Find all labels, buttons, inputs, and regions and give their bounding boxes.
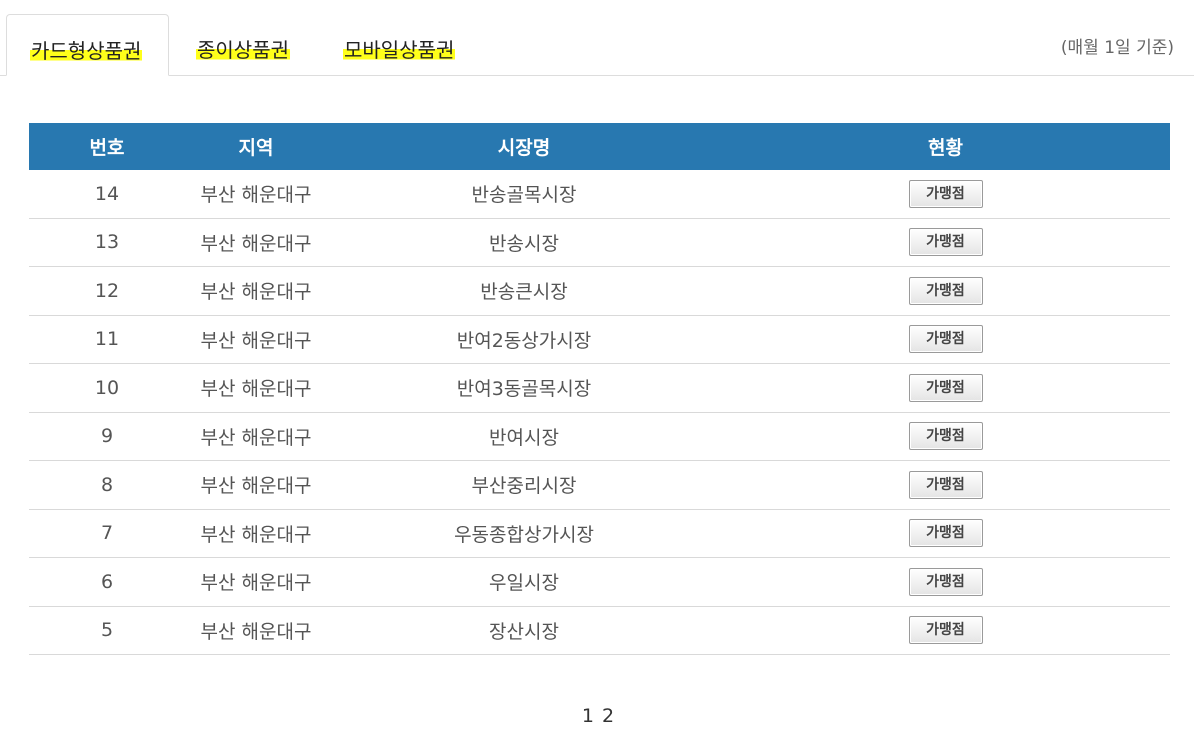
tab-mobile-gift-certificate[interactable]: 모바일상품권 bbox=[343, 14, 456, 75]
affiliated-stores-button[interactable]: 가맹점 bbox=[908, 325, 983, 354]
row-region: 부산 해운대구 bbox=[185, 460, 327, 510]
column-header-status: 현황 bbox=[721, 123, 1170, 170]
row-region: 부산 해운대구 bbox=[185, 218, 327, 267]
row-region: 부산 해운대구 bbox=[185, 557, 327, 607]
table-row: 11 부산 해운대구 반여2동상가시장 가맹점 bbox=[29, 315, 1170, 364]
row-number: 6 bbox=[29, 557, 185, 607]
row-market-name: 반송시장 bbox=[327, 218, 721, 267]
page-link-2[interactable]: 2 bbox=[602, 705, 614, 727]
row-region: 부산 해운대구 bbox=[185, 266, 327, 316]
row-market-name: 반여시장 bbox=[327, 412, 721, 461]
row-number: 11 bbox=[29, 315, 185, 364]
row-region: 부산 해운대구 bbox=[185, 509, 327, 558]
column-header-region: 지역 bbox=[185, 123, 327, 170]
row-market-name: 반여2동상가시장 bbox=[327, 315, 721, 364]
row-market-name: 반여3동골목시장 bbox=[327, 363, 721, 413]
market-table: 번호 지역 시장명 현황 14 부산 해운대구 반송골목시장 가맹점 13 부산… bbox=[29, 123, 1170, 655]
row-status: 가맹점 bbox=[721, 606, 1170, 655]
table-row: 8 부산 해운대구 부산중리시장 가맹점 bbox=[29, 460, 1170, 510]
affiliated-stores-button[interactable]: 가맹점 bbox=[908, 422, 983, 451]
row-region: 부산 해운대구 bbox=[185, 363, 327, 413]
affiliated-stores-button[interactable]: 가맹점 bbox=[908, 276, 983, 305]
affiliated-stores-button[interactable]: 가맹점 bbox=[908, 616, 983, 645]
row-region: 부산 해운대구 bbox=[185, 412, 327, 461]
row-region: 부산 해운대구 bbox=[185, 315, 327, 364]
row-market-name: 우동종합상가시장 bbox=[327, 509, 721, 558]
table-row: 6 부산 해운대구 우일시장 가맹점 bbox=[29, 557, 1170, 607]
row-market-name: 우일시장 bbox=[327, 557, 721, 607]
row-status: 가맹점 bbox=[721, 557, 1170, 607]
row-number: 14 bbox=[29, 170, 185, 219]
tab-card-gift-certificate[interactable]: 카드형상품권 bbox=[6, 14, 169, 76]
row-number: 12 bbox=[29, 266, 185, 316]
row-number: 7 bbox=[29, 509, 185, 558]
row-market-name: 부산중리시장 bbox=[327, 460, 721, 510]
row-market-name: 반송골목시장 bbox=[327, 170, 721, 219]
tab-label: 종이상품권 bbox=[196, 38, 290, 62]
table-row: 10 부산 해운대구 반여3동골목시장 가맹점 bbox=[29, 363, 1170, 413]
table-row: 7 부산 해운대구 우동종합상가시장 가맹점 bbox=[29, 509, 1170, 558]
row-number: 8 bbox=[29, 460, 185, 510]
row-market-name: 장산시장 bbox=[327, 606, 721, 655]
tab-label: 카드형상품권 bbox=[30, 39, 143, 63]
tab-bar: 카드형상품권 종이상품권 모바일상품권 (매월 1일 기준) bbox=[0, 0, 1194, 76]
column-header-number: 번호 bbox=[29, 123, 185, 170]
row-region: 부산 해운대구 bbox=[185, 606, 327, 655]
page-link-1[interactable]: 1 bbox=[582, 705, 594, 727]
row-status: 가맹점 bbox=[721, 266, 1170, 316]
basis-date-note: (매월 1일 기준) bbox=[1060, 38, 1174, 58]
affiliated-stores-button[interactable]: 가맹점 bbox=[908, 228, 983, 257]
row-number: 10 bbox=[29, 363, 185, 413]
column-header-market-name: 시장명 bbox=[327, 123, 721, 170]
pagination: 1 2 bbox=[0, 705, 1196, 727]
table-row: 12 부산 해운대구 반송큰시장 가맹점 bbox=[29, 266, 1170, 316]
row-status: 가맹점 bbox=[721, 460, 1170, 510]
row-market-name: 반송큰시장 bbox=[327, 266, 721, 316]
tab-label: 모바일상품권 bbox=[343, 38, 456, 62]
row-number: 5 bbox=[29, 606, 185, 655]
row-number: 9 bbox=[29, 412, 185, 461]
row-number: 13 bbox=[29, 218, 185, 267]
table-row: 13 부산 해운대구 반송시장 가맹점 bbox=[29, 218, 1170, 267]
row-status: 가맹점 bbox=[721, 315, 1170, 364]
table-row: 5 부산 해운대구 장산시장 가맹점 bbox=[29, 606, 1170, 655]
affiliated-stores-button[interactable]: 가맹점 bbox=[908, 179, 983, 208]
affiliated-stores-button[interactable]: 가맹점 bbox=[908, 470, 983, 499]
tab-paper-gift-certificate[interactable]: 종이상품권 bbox=[196, 14, 290, 75]
row-status: 가맹점 bbox=[721, 412, 1170, 461]
row-status: 가맹점 bbox=[721, 218, 1170, 267]
affiliated-stores-button[interactable]: 가맹점 bbox=[908, 567, 983, 596]
affiliated-stores-button[interactable]: 가맹점 bbox=[908, 373, 983, 402]
row-status: 가맹점 bbox=[721, 170, 1170, 219]
table-row: 9 부산 해운대구 반여시장 가맹점 bbox=[29, 412, 1170, 461]
table-row: 14 부산 해운대구 반송골목시장 가맹점 bbox=[29, 170, 1170, 219]
row-region: 부산 해운대구 bbox=[185, 170, 327, 219]
row-status: 가맹점 bbox=[721, 509, 1170, 558]
affiliated-stores-button[interactable]: 가맹점 bbox=[908, 519, 983, 548]
row-status: 가맹점 bbox=[721, 363, 1170, 413]
table-header-row: 번호 지역 시장명 현황 bbox=[29, 123, 1170, 170]
